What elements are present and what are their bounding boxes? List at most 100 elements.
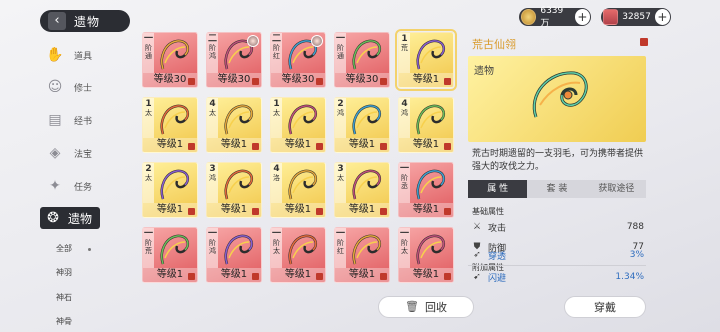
relic-card[interactable]: 一阶通等级30 <box>334 32 390 88</box>
lock-icon <box>380 78 387 85</box>
ticket-value: 32857 <box>622 12 651 22</box>
tier-number: 一 <box>335 34 345 44</box>
relic-card[interactable]: 一阶太等级1 <box>270 227 326 283</box>
tab-source[interactable]: 获取途径 <box>587 180 646 198</box>
lock-icon <box>188 78 195 85</box>
set-label: 鸿 <box>209 247 216 255</box>
sidebar-item-tasks[interactable]: ✦ 任务 <box>40 171 130 201</box>
sidebar-item-cultivators[interactable]: ☺ 修士 <box>40 72 130 102</box>
relic-tier-tag: 一阶丞 <box>399 163 410 203</box>
set-label: 太 <box>337 174 344 182</box>
relic-tier-tag: 一阶鸿 <box>207 228 218 268</box>
set-label: 太 <box>209 109 216 117</box>
relic-tier-tag: 一阶红 <box>335 228 346 268</box>
set-label: 鸿 <box>337 109 344 117</box>
set-label: 红 <box>273 52 280 60</box>
relic-card[interactable]: 1 太等级1 <box>142 97 198 153</box>
stat-label: 攻击 <box>488 223 507 234</box>
relic-tier-tag: 一阶荒 <box>143 228 154 268</box>
recycle-button[interactable]: 🗑 回收 <box>378 296 474 318</box>
equip-label: 穿戴 <box>594 301 616 314</box>
tier-label: 阶 <box>401 239 408 247</box>
add-gold-button[interactable]: + <box>574 9 590 25</box>
relic-card[interactable]: 一阶太等级1 <box>398 227 454 283</box>
tier-number: 3 <box>209 164 216 174</box>
back-button[interactable]: ‹ 遗物 <box>40 10 130 32</box>
filter-stone[interactable]: 神石 <box>56 292 72 303</box>
set-label: 洛 <box>273 174 280 182</box>
stat-value: 788 <box>626 222 644 232</box>
sidebar-item-scriptures[interactable]: ▤ 经书 <box>40 105 130 135</box>
tier-label: 阶 <box>209 44 216 52</box>
lock-icon <box>380 143 387 150</box>
relic-art-icon <box>416 169 445 200</box>
relic-card[interactable]: 一阶荒等级1 <box>142 227 198 283</box>
relic-art-icon <box>352 104 381 135</box>
stat-dodge: ➹ 闪避 1.34% <box>472 270 644 284</box>
lock-icon <box>188 143 195 150</box>
tier-number: 4 <box>209 99 216 109</box>
relic-art-icon <box>160 39 189 70</box>
relic-art-icon <box>224 104 253 135</box>
sidebar-item-props[interactable]: ✋ 道具 <box>40 40 130 70</box>
relic-tier-tag: 4太 <box>207 98 218 138</box>
filter-all[interactable]: 全部 <box>56 243 72 254</box>
stat-label: 闪避 <box>488 273 507 284</box>
relic-art-icon <box>224 234 253 265</box>
relic-card[interactable]: 4 洛等级1 <box>270 162 326 218</box>
tab-attributes[interactable]: 属 性 <box>468 180 528 198</box>
relic-tier-tag: 二阶鸿 <box>207 33 218 73</box>
pierce-icon: ➶ <box>473 250 481 260</box>
tier-number: 一 <box>143 34 153 44</box>
filter-feather[interactable]: 神羽 <box>56 267 72 278</box>
relic-tier-tag: 一阶通 <box>143 33 154 73</box>
relic-card[interactable]: 1 荒等级1 <box>395 29 457 91</box>
relic-tier-tag: 1荒 <box>399 33 410 73</box>
lock-icon <box>444 273 451 280</box>
relic-card[interactable]: 一阶丞等级1 <box>398 162 454 218</box>
relic-tier-tag: 3鸿 <box>207 163 218 203</box>
equipped-avatar <box>247 35 259 47</box>
relic-icon: ❂ <box>47 210 59 226</box>
relic-card[interactable]: 一阶红等级1 <box>334 227 390 283</box>
relic-card[interactable]: 1 太等级1 <box>270 97 326 153</box>
relic-card[interactable]: 二阶鸿等级30 <box>206 32 262 88</box>
tier-label: 阶 <box>273 44 280 52</box>
relic-card[interactable]: 二阶红等级30 <box>270 32 326 88</box>
filter-bone[interactable]: 神骨 <box>56 316 72 327</box>
relic-art-icon <box>160 104 189 135</box>
relic-card[interactable]: 3 鸿等级1 <box>206 162 262 218</box>
relic-art-icon <box>288 234 317 265</box>
relic-tier-tag: 一阶通 <box>335 33 346 73</box>
sidebar-item-treasures[interactable]: ◈ 法宝 <box>40 138 130 168</box>
lock-icon <box>316 273 323 280</box>
relic-card[interactable]: 4 太等级1 <box>206 97 262 153</box>
set-label: 太 <box>401 247 408 255</box>
tier-number: 一 <box>399 229 409 239</box>
relic-card[interactable]: 3 太等级1 <box>334 162 390 218</box>
equip-button[interactable]: 穿戴 <box>564 296 646 318</box>
set-label: 通 <box>337 52 344 60</box>
lock-icon[interactable] <box>640 38 648 46</box>
relic-card[interactable]: 一阶通等级30 <box>142 32 198 88</box>
tier-number: 1 <box>145 99 152 109</box>
relic-tier-tag: 2太 <box>143 163 154 203</box>
tier-number: 一 <box>207 229 217 239</box>
relic-card[interactable]: 2 鸿等级1 <box>334 97 390 153</box>
relic-card[interactable]: 2 太等级1 <box>142 162 198 218</box>
tier-number: 一 <box>143 229 153 239</box>
add-ticket-button[interactable]: + <box>654 9 670 25</box>
tier-number: 1 <box>273 99 280 109</box>
base-stats-title: 基础属性 <box>472 207 504 216</box>
tier-label: 阶 <box>145 44 152 52</box>
ticket-currency: 32857 + <box>601 8 671 26</box>
relic-art-icon <box>352 39 381 70</box>
relic-card[interactable]: 一阶鸿等级1 <box>206 227 262 283</box>
set-label: 鸿 <box>209 174 216 182</box>
lock-icon <box>380 273 387 280</box>
sidebar-item-label: 道具 <box>74 51 93 62</box>
relic-card[interactable]: 4 鸿等级1 <box>398 97 454 153</box>
set-label: 太 <box>273 109 280 117</box>
sidebar-item-relics[interactable]: ❂ 遗物 <box>40 207 100 229</box>
tab-set[interactable]: 套 装 <box>527 180 586 198</box>
